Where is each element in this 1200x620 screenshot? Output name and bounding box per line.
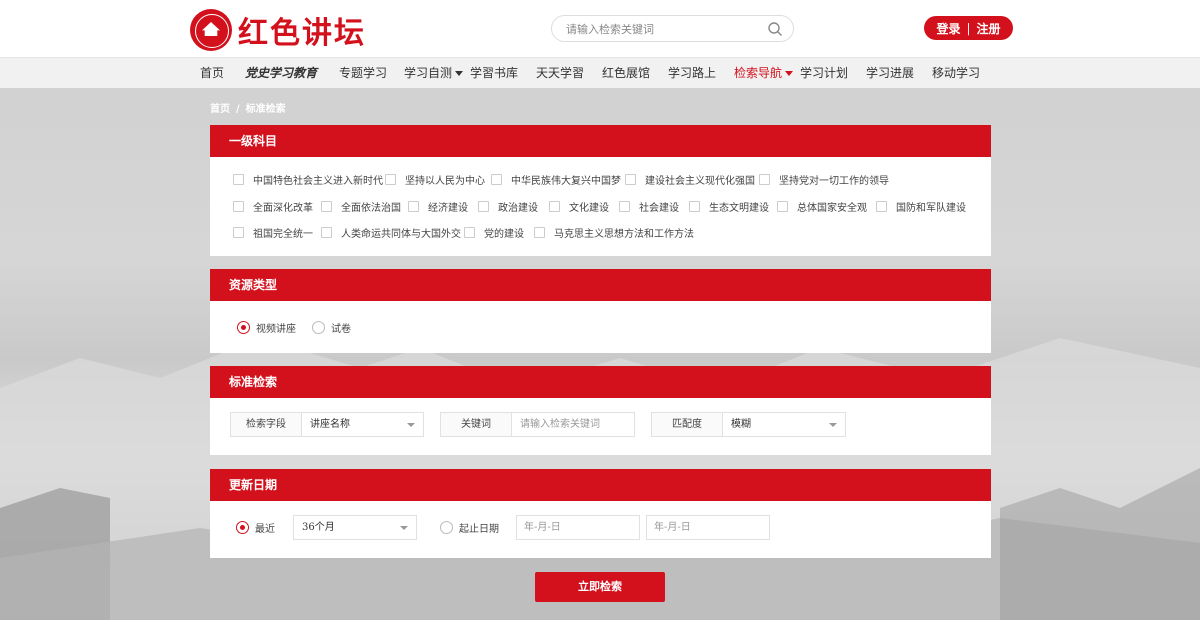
checkbox-box[interactable]: [233, 174, 244, 185]
subject-checkbox[interactable]: 经济建设: [408, 199, 468, 214]
checkbox-box[interactable]: [478, 201, 489, 212]
checkbox-box[interactable]: [876, 201, 887, 212]
checkbox-box[interactable]: [233, 227, 244, 238]
subject-checkbox[interactable]: 坚持以人民为中心: [385, 172, 485, 187]
chevron-down-icon: [829, 423, 837, 427]
breadcrumb-current: 标准检索: [245, 104, 286, 115]
resource-type-title: 资源类型: [210, 269, 991, 301]
radio-dot[interactable]: [236, 521, 249, 534]
match-value[interactable]: 模糊: [723, 413, 845, 436]
breadcrumb: 首页 / 标准检索: [210, 100, 286, 115]
subject-checkbox[interactable]: 国防和军队建设: [876, 199, 966, 214]
breadcrumb-home[interactable]: 首页: [210, 104, 230, 115]
resource-type-panel: 资源类型 视频讲座 试卷: [210, 269, 991, 353]
nav-item-self-test[interactable]: 学习自测: [404, 58, 464, 89]
checkbox-box[interactable]: [549, 201, 560, 212]
nav-item-progress[interactable]: 学习进展: [866, 58, 914, 89]
subject-panel: 一级科目 中国特色社会主义进入新时代 坚持以人民为中心 中华民族伟大复兴中国梦 …: [210, 125, 991, 256]
party-history-seal-icon: [190, 9, 232, 51]
radio-dot[interactable]: [312, 321, 325, 334]
site-header: 红色讲坛 登录 | 注册: [0, 0, 1200, 57]
subject-checkbox[interactable]: 生态文明建设: [689, 199, 769, 214]
nav-item-home[interactable]: 首页: [200, 58, 224, 89]
checkbox-box[interactable]: [385, 174, 396, 185]
standard-search-title: 标准检索: [210, 366, 991, 398]
radio-dot[interactable]: [237, 321, 250, 334]
register-link[interactable]: 注册: [977, 20, 1001, 37]
nav-item-mobile[interactable]: 移动学习: [932, 58, 980, 89]
keyword-input[interactable]: 请输入检索关键词: [512, 413, 634, 436]
update-date-title: 更新日期: [210, 469, 991, 501]
search-field-value[interactable]: 讲座名称: [302, 413, 423, 436]
subject-checkbox[interactable]: 全面深化改革: [233, 199, 313, 214]
subject-checkbox[interactable]: 党的建设: [464, 225, 524, 240]
chevron-down-icon: [400, 526, 408, 530]
checkbox-box[interactable]: [534, 227, 545, 238]
search-input[interactable]: [566, 21, 766, 37]
radio-dot[interactable]: [440, 521, 453, 534]
checkbox-box[interactable]: [625, 174, 636, 185]
login-link[interactable]: 登录: [936, 20, 960, 37]
checkbox-box[interactable]: [233, 201, 244, 212]
chevron-down-icon: [407, 423, 415, 427]
nav-item-on-the-way[interactable]: 学习路上: [668, 58, 716, 89]
site-logo[interactable]: 红色讲坛: [190, 8, 366, 52]
subject-panel-title: 一级科目: [210, 125, 991, 157]
subject-checkbox[interactable]: 总体国家安全观: [777, 199, 867, 214]
nav-item-party-history[interactable]: 党史学习教育: [245, 58, 317, 89]
checkbox-box[interactable]: [491, 174, 502, 185]
subject-checkbox[interactable]: 中国特色社会主义进入新时代: [233, 172, 383, 187]
subject-checkbox[interactable]: 人类命运共同体与大国外交: [321, 225, 461, 240]
search-field-label: 检索字段: [231, 413, 302, 436]
search-submit-button[interactable]: 立即检索: [535, 572, 665, 602]
subject-checkbox[interactable]: 文化建设: [549, 199, 609, 214]
recent-period-select[interactable]: 36个月: [293, 515, 417, 540]
site-title: 红色讲坛: [238, 16, 366, 51]
nav-item-study-plan[interactable]: 学习计划: [800, 58, 848, 89]
search-box: [551, 15, 794, 42]
standard-search-panel: 标准检索 检索字段 讲座名称 关键词 请输入检索关键词 匹配度 模糊: [210, 366, 991, 455]
subject-checkbox[interactable]: 坚持党对一切工作的领导: [759, 172, 889, 187]
nav-item-red-exhibition[interactable]: 红色展馆: [602, 58, 650, 89]
checkbox-box[interactable]: [464, 227, 475, 238]
keyword-field[interactable]: 关键词 请输入检索关键词: [440, 412, 635, 437]
match-label: 匹配度: [652, 413, 723, 436]
breadcrumb-separator: /: [236, 104, 240, 115]
subject-checkbox[interactable]: 建设社会主义现代化强国: [625, 172, 755, 187]
keyword-label: 关键词: [441, 413, 512, 436]
auth-buttons: 登录 | 注册: [924, 16, 1013, 40]
subject-checkbox[interactable]: 全面依法治国: [321, 199, 401, 214]
search-icon[interactable]: [767, 21, 783, 37]
nav-item-library[interactable]: 学習书库: [470, 58, 518, 89]
checkbox-box[interactable]: [619, 201, 630, 212]
subject-checkbox[interactable]: 马克思主义思想方法和工作方法: [534, 225, 694, 240]
nav-item-daily-study[interactable]: 天天学習: [536, 58, 584, 89]
radio-exam-paper[interactable]: 试卷: [312, 320, 351, 335]
checkbox-box[interactable]: [777, 201, 788, 212]
chevron-down-icon: [785, 71, 794, 76]
radio-video-lecture[interactable]: 视频讲座: [237, 320, 296, 335]
search-field-select[interactable]: 检索字段 讲座名称: [230, 412, 424, 437]
main-nav: 首页 党史学习教育 专题学习 学习自测 学習书库 天天学習 红色展馆 学习路上 …: [0, 57, 1200, 88]
chevron-down-icon: [455, 71, 464, 76]
nav-item-topic-study[interactable]: 专题学习: [339, 58, 387, 89]
subject-checkbox[interactable]: 政治建设: [478, 199, 538, 214]
end-date-input[interactable]: 年-月-日: [646, 515, 770, 540]
start-date-input[interactable]: 年-月-日: [516, 515, 640, 540]
auth-separator: |: [966, 21, 971, 35]
subject-checkbox[interactable]: 社会建设: [619, 199, 679, 214]
update-date-panel: 更新日期 最近 36个月 起止日期 年-月-日 年-月-日: [210, 469, 991, 558]
checkbox-box[interactable]: [321, 227, 332, 238]
checkbox-box[interactable]: [759, 174, 770, 185]
nav-item-search-nav[interactable]: 检索导航: [734, 58, 794, 89]
subject-checkbox[interactable]: 中华民族伟大复兴中国梦: [491, 172, 621, 187]
match-select[interactable]: 匹配度 模糊: [651, 412, 846, 437]
radio-recent[interactable]: 最近: [236, 520, 275, 535]
subject-checkbox[interactable]: 祖国完全统一: [233, 225, 313, 240]
checkbox-box[interactable]: [408, 201, 419, 212]
checkbox-box[interactable]: [689, 201, 700, 212]
radio-date-range[interactable]: 起止日期: [440, 520, 499, 535]
checkbox-box[interactable]: [321, 201, 332, 212]
